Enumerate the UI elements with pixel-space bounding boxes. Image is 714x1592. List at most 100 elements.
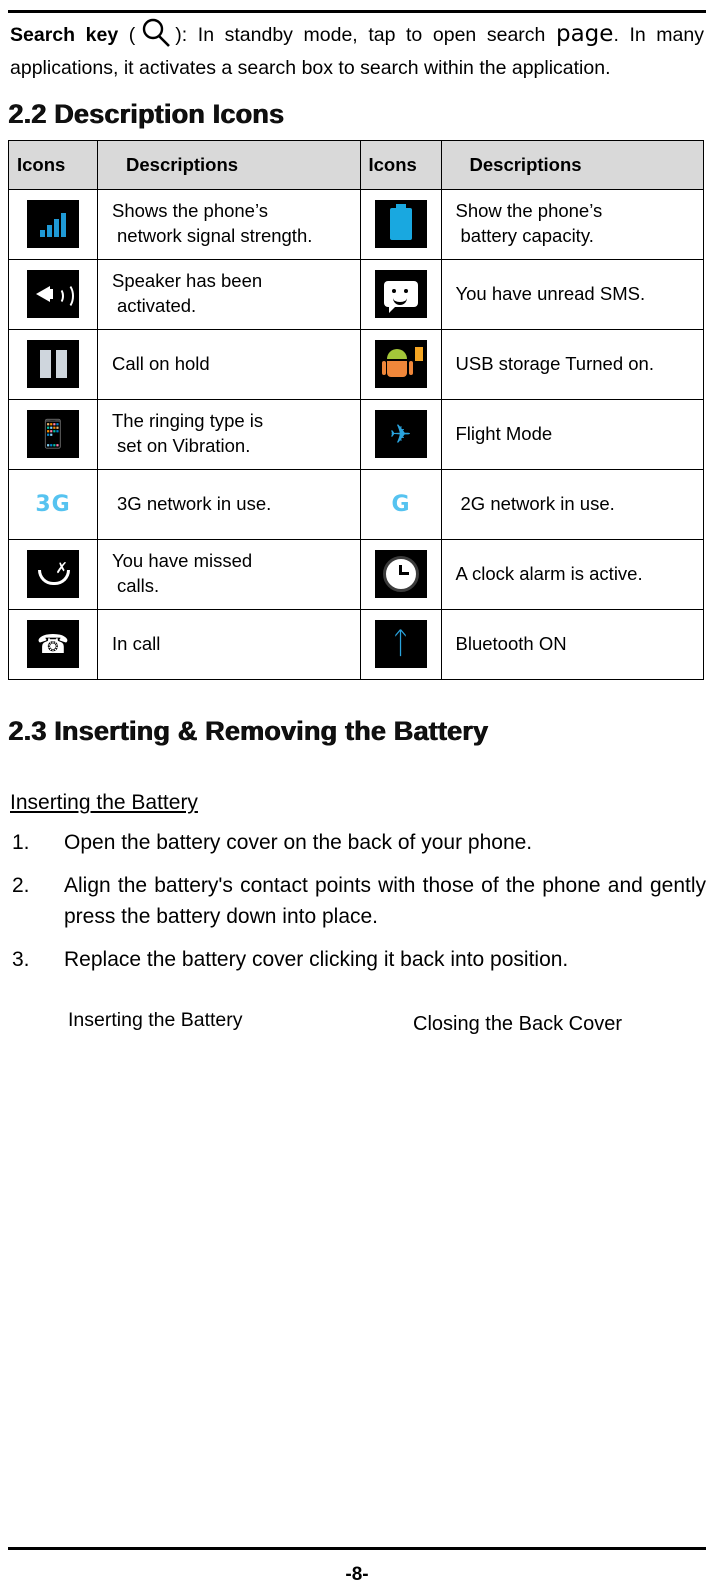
battery-icon	[374, 200, 427, 249]
caption-inserting-battery: Inserting the Battery	[68, 1009, 243, 1032]
search-key-label: Search key	[10, 24, 119, 46]
airplane-icon-cell: ✈	[359, 398, 442, 470]
row4-right-line1: Flight Mode	[455, 422, 553, 444]
page-content: Search key (): In standby mode, tap to o…	[8, 0, 706, 1049]
row2-left-line1: Speaker has been	[112, 270, 263, 292]
row1-left-line1: Shows the phone’s	[112, 200, 268, 222]
header-descriptions-right: Descriptions	[440, 139, 704, 190]
inserting-battery-subheading: Inserting the Battery	[10, 790, 198, 814]
row6-left-line2: calls.	[117, 575, 160, 597]
figure-captions: Inserting the Battery Closing the Back C…	[8, 1009, 706, 1049]
description-icons-table: Icons Descriptions Icons Descriptions Sh…	[8, 139, 704, 680]
page-number: -8-	[345, 1564, 369, 1585]
alarm-clock-icon	[374, 550, 427, 599]
header-descriptions-left: Descriptions	[97, 139, 361, 190]
table-row: ☎ In call ᛏ Bluetooth ON	[8, 608, 704, 680]
row7-left-description: In call	[97, 608, 361, 680]
bluetooth-icon-cell: ᛏ	[359, 608, 442, 680]
header-icons-left: Icons	[8, 139, 98, 190]
row1-left-line2: network signal strength.	[117, 225, 313, 247]
row2-right-line1: You have unread SMS.	[455, 282, 646, 304]
section-heading-icons: 2.2 Description Icons	[8, 98, 284, 129]
table-row: Call on hold USB storage Turned on.	[8, 328, 704, 400]
bluetooth-icon: ᛏ	[374, 620, 427, 669]
step-number: 2.	[12, 873, 30, 897]
row7-right-description: Bluetooth ON	[440, 608, 704, 680]
battery-icon-cell	[359, 188, 442, 260]
row3-left-description: Call on hold	[97, 328, 361, 400]
2g-network-icon-text: G	[391, 491, 410, 517]
2g-network-icon-cell: G	[359, 468, 442, 540]
in-call-icon: ☎	[27, 620, 79, 669]
table-header-row: Icons Descriptions Icons Descriptions	[8, 139, 704, 190]
search-icon	[135, 18, 175, 47]
row1-right-line2: battery capacity.	[460, 225, 594, 247]
row5-right-description: 2G network in use.	[440, 468, 704, 540]
in-call-icon-cell: ☎	[8, 608, 98, 680]
missed-call-icon-cell: ✗	[8, 538, 98, 610]
usb-android-icon-cell	[359, 328, 442, 400]
list-item: 2. Align the battery's contact points wi…	[8, 870, 706, 932]
vibration-icon-cell: 📱	[8, 398, 98, 470]
table-row: Shows the phone’s network signal strengt…	[8, 188, 704, 260]
row3-right-line1: USB storage Turned on.	[455, 352, 654, 374]
battery-steps-list: 1. Open the battery cover on the back of…	[8, 827, 706, 975]
2g-network-icon: G	[375, 480, 427, 528]
airplane-icon: ✈	[374, 410, 427, 459]
row5-left-description: 3G network in use.	[97, 468, 361, 540]
row7-right-line1: Bluetooth ON	[455, 632, 567, 654]
row6-right-line1: A clock alarm is active.	[455, 562, 643, 584]
row2-left-line2: activated.	[117, 295, 197, 317]
alarm-clock-icon-cell	[359, 538, 442, 610]
caption-closing-back-cover: Closing the Back Cover	[413, 1013, 622, 1036]
list-item: 3. Replace the battery cover clicking it…	[8, 944, 706, 975]
row2-right-description: You have unread SMS.	[440, 258, 704, 330]
row4-left-line2: set on Vibration.	[117, 435, 251, 457]
header-icons-right: Icons	[359, 139, 442, 190]
document-page: Search key (): In standby mode, tap to o…	[0, 0, 714, 1592]
table-row: ✗ You have missed calls. A clock alarm i…	[8, 538, 704, 610]
intro-big-word: page	[555, 21, 614, 47]
row5-left-line1: 3G network in use.	[117, 492, 272, 514]
3g-network-icon-text: 3G	[35, 491, 71, 517]
missed-call-icon: ✗	[27, 550, 79, 599]
row1-left-description: Shows the phone’s network signal strengt…	[97, 188, 361, 260]
row6-left-description: You have missed calls.	[97, 538, 361, 610]
signal-bars-icon-cell	[8, 188, 98, 260]
list-item: 1. Open the battery cover on the back of…	[8, 827, 706, 858]
3g-network-icon: 3G	[27, 480, 79, 528]
intro-paragraph: Search key (): In standby mode, tap to o…	[8, 16, 706, 85]
row7-left-line1: In call	[112, 632, 161, 654]
section-heading-battery: 2.3 Inserting & Removing the Battery	[8, 715, 488, 746]
header-rule	[8, 10, 706, 13]
row4-left-line1: The ringing type is	[112, 410, 264, 432]
table-row: 📱 The ringing type is set on Vibration. …	[8, 398, 704, 470]
row1-right-line1: Show the phone’s	[455, 200, 603, 222]
row6-right-description: A clock alarm is active.	[440, 538, 704, 610]
speaker-icon	[27, 270, 79, 319]
footer-rule	[8, 1547, 706, 1550]
row3-right-description: USB storage Turned on.	[440, 328, 704, 400]
step-text: Align the battery's contact points with …	[64, 873, 706, 928]
step-number: 1.	[12, 830, 30, 854]
table-row: 3G 3G network in use. G 2G network in us…	[8, 468, 704, 540]
row4-right-description: Flight Mode	[440, 398, 704, 470]
sms-message-icon	[374, 270, 427, 319]
3g-network-icon-cell: 3G	[8, 468, 98, 540]
row3-left-line1: Call on hold	[112, 352, 210, 374]
call-hold-icon	[27, 340, 79, 389]
paren-close: ):	[175, 24, 188, 46]
row6-left-line1: You have missed	[112, 550, 253, 572]
signal-bars-icon	[27, 200, 79, 249]
step-number: 3.	[12, 948, 30, 972]
row5-right-line1: 2G network in use.	[460, 492, 615, 514]
row1-right-description: Show the phone’s battery capacity.	[440, 188, 704, 260]
usb-android-icon	[374, 340, 427, 389]
row4-left-description: The ringing type is set on Vibration.	[97, 398, 361, 470]
call-hold-icon-cell	[8, 328, 98, 400]
step-text: Open the battery cover on the back of yo…	[64, 830, 533, 854]
intro-text-part1: In standby mode, tap to open search	[197, 24, 546, 46]
step-text: Replace the battery cover clicking it ba…	[64, 948, 569, 972]
speaker-icon-cell	[8, 258, 98, 330]
sms-message-icon-cell	[359, 258, 442, 330]
